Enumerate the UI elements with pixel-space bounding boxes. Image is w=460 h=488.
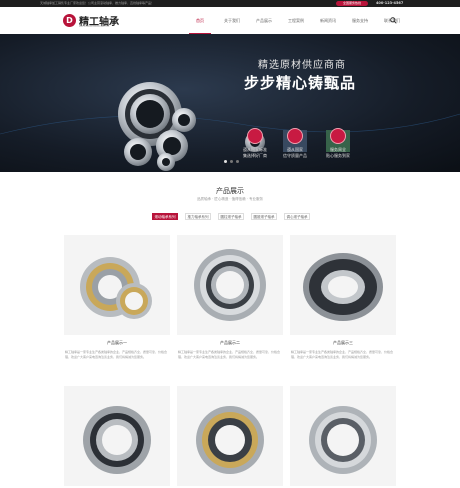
product-description: 精工轴承是一家专业生产各类轴承的企业，产品规格齐全，质量可靠，价格合理，欢迎广大… <box>65 350 168 359</box>
tab-category-4[interactable]: 圆锥滚子轴承 <box>251 213 277 220</box>
banner-subtitle: 精选原材供应商商 <box>258 60 346 71</box>
product-card[interactable]: 产品展示三 精工轴承是一家专业生产各类轴承的企业，产品规格齐全，质量可靠，价格合… <box>290 235 396 359</box>
deep-groove-bearing-image <box>83 406 151 474</box>
carousel-dot[interactable] <box>224 160 227 163</box>
carousel-dot[interactable] <box>230 160 233 163</box>
tab-category-2[interactable]: 推力轴承系列 <box>185 213 211 220</box>
product-card[interactable]: 产品展示二 精工轴承是一家专业生产各类轴承的企业，产品规格齐全，质量可靠，价格合… <box>177 235 283 359</box>
product-card[interactable] <box>177 386 283 486</box>
logo-icon[interactable]: D <box>63 14 76 27</box>
nav-item-service[interactable]: 服务支持 <box>347 7 373 34</box>
product-image[interactable] <box>177 235 283 335</box>
nav-item-cases[interactable]: 工程案例 <box>283 7 309 34</box>
product-tabs: 滚动轴承系列 推力轴承系列 圆柱滚子轴承 圆锥滚子轴承 调心滚子轴承 <box>152 213 317 220</box>
logo-subtitle: PRECISION BEARING CO. <box>79 25 110 28</box>
warehouse-icon <box>247 128 263 144</box>
tab-category-5[interactable]: 调心滚子轴承 <box>284 213 310 220</box>
product-card[interactable] <box>64 386 170 486</box>
open-bearing-image <box>309 406 377 474</box>
product-image[interactable] <box>290 386 396 486</box>
feature-service: 服务周全 贴心服务到家 <box>313 128 363 159</box>
angular-bearing-image <box>196 406 264 474</box>
nav-item-about[interactable]: 关于我们 <box>219 7 245 34</box>
product-card[interactable]: 产品展示一 精工轴承是一家专业生产各类轴承的企业，产品规格齐全，质量可靠，价格合… <box>64 235 170 359</box>
nav-item-products[interactable]: 产品展示 <box>251 7 277 34</box>
top-bar: 天城轴承加工销售专业厂家欢迎您！公司主营滚动轴承、推力轴承、直线轴承等产品！ 全… <box>0 0 460 7</box>
carousel-dot[interactable] <box>236 160 239 163</box>
product-image[interactable] <box>64 386 170 486</box>
site-header: D 精工轴承 PRECISION BEARING CO. 首页 关于我们 产品展… <box>0 7 460 34</box>
hotline-phone: 400-123-4567 <box>376 1 404 5</box>
main-nav: 首页 关于我们 产品展示 工程案例 新闻资讯 服务支持 联系我们 <box>187 7 411 34</box>
product-image[interactable] <box>290 235 396 335</box>
product-description: 精工轴承是一家专业生产各类轴承的企业，产品规格齐全，质量可靠，价格合理，欢迎广大… <box>178 350 281 359</box>
nav-item-home[interactable]: 首页 <box>187 7 213 34</box>
ball-bearing-image <box>194 249 266 321</box>
welcome-notice: 天城轴承加工销售专业厂家欢迎您！公司主营滚动轴承、推力轴承、直线轴承等产品！ <box>40 1 155 5</box>
search-icon[interactable] <box>390 17 397 24</box>
product-name[interactable]: 产品展示二 <box>177 340 283 346</box>
banner-title: 步步精心铸甄品 <box>244 74 357 92</box>
product-name[interactable]: 产品展示三 <box>290 340 396 346</box>
carousel-dots <box>224 160 239 163</box>
factory-icon <box>330 128 346 144</box>
needle-bearing-image <box>303 253 383 321</box>
section-title: 产品展示 <box>216 187 244 195</box>
hotline-badge: 全国服务热线 <box>336 1 368 6</box>
hero-banner[interactable]: 精选原材供应商商 步步精心铸甄品 遵从国家标准 集选择好厂商 遵从国家 信守质量… <box>0 34 460 172</box>
quality-icon <box>287 128 303 144</box>
tab-category-3[interactable]: 圆柱滚子轴承 <box>218 213 244 220</box>
product-description: 精工轴承是一家专业生产各类轴承的企业，产品规格齐全，质量可靠，价格合理，欢迎广大… <box>291 350 394 359</box>
product-card[interactable] <box>290 386 396 486</box>
cylindrical-bearing-image <box>80 257 152 319</box>
product-name[interactable]: 产品展示一 <box>64 340 170 346</box>
nav-item-news[interactable]: 新闻资讯 <box>315 7 341 34</box>
product-image[interactable] <box>177 386 283 486</box>
product-image[interactable] <box>64 235 170 335</box>
tab-category-1[interactable]: 滚动轴承系列 <box>152 213 178 220</box>
section-subtitle: 品质轴承 · 匠心精造 · 值得信赖 · 专业服务 <box>196 197 263 201</box>
